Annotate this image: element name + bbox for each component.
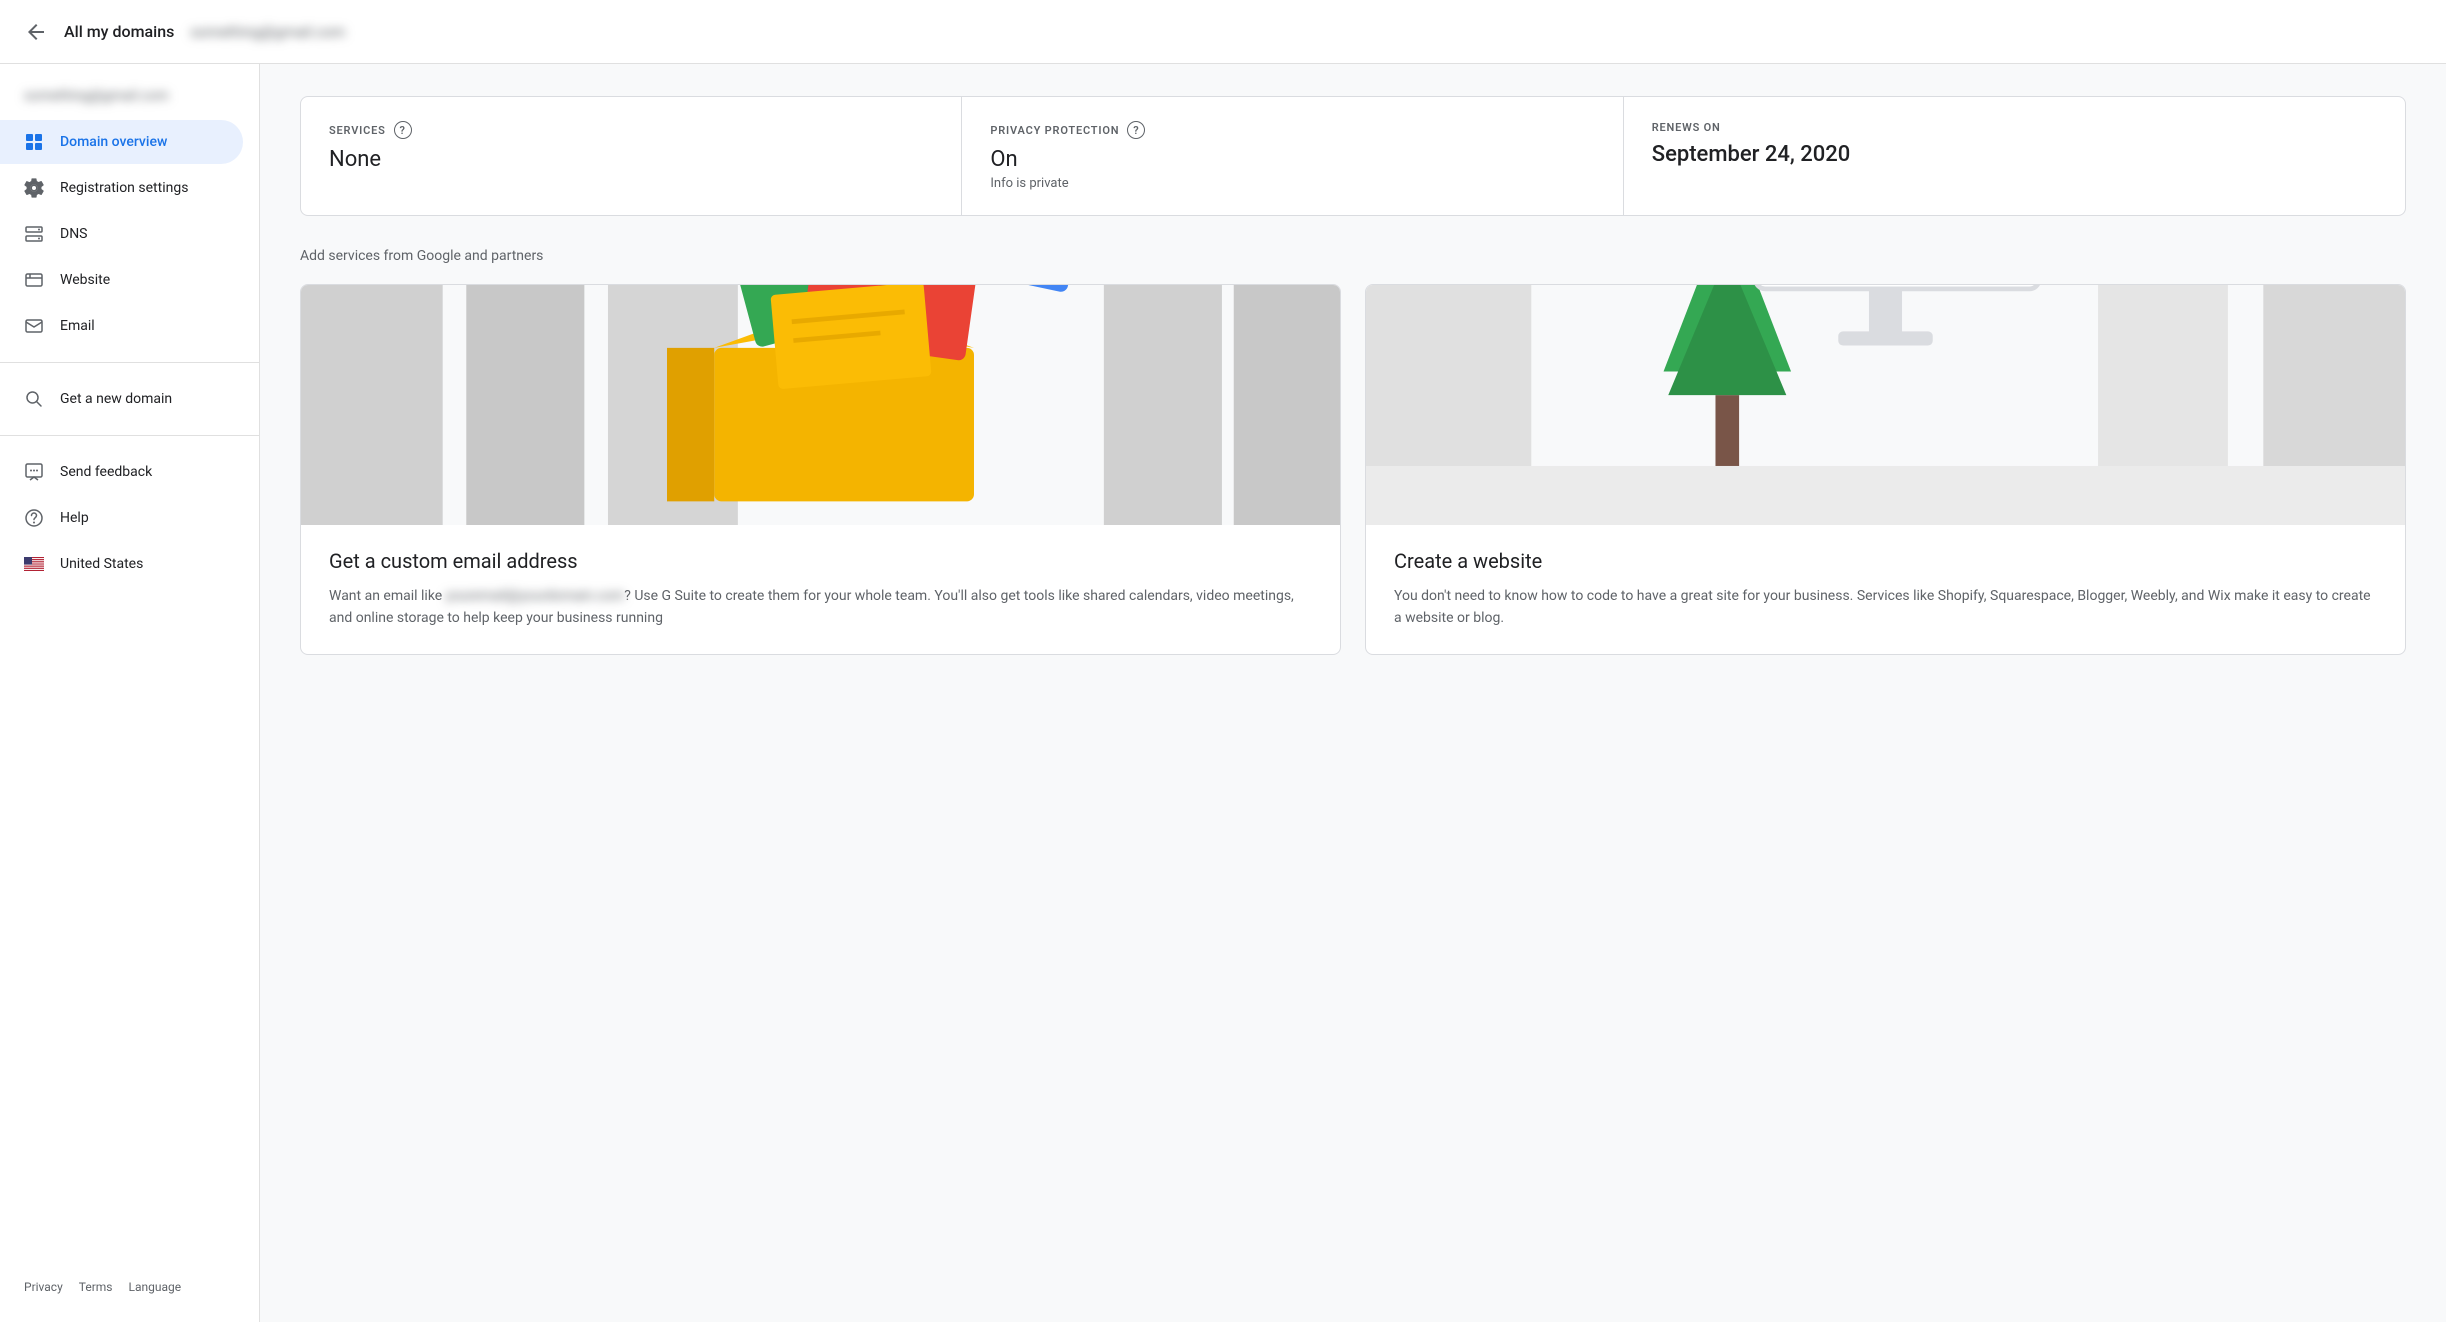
sidebar-item-label: Help bbox=[60, 510, 89, 526]
help-icon bbox=[24, 508, 44, 528]
sidebar-item-get-new-domain[interactable]: Get a new domain bbox=[0, 377, 243, 421]
sidebar-nav: Domain overview Registration settings bbox=[0, 120, 259, 586]
sidebar-item-email[interactable]: Email bbox=[0, 304, 243, 348]
website-card-title: Create a website bbox=[1394, 549, 2377, 573]
topbar-domain: something@gmail.com bbox=[190, 23, 345, 41]
sidebar-item-website[interactable]: Website bbox=[0, 258, 243, 302]
gear-icon bbox=[24, 178, 44, 198]
sidebar: something@gmail.com Domain overview bbox=[0, 64, 260, 1322]
email-service-card[interactable]: Get a custom email address Want an email… bbox=[300, 284, 1341, 655]
topbar-title: All my domains bbox=[64, 22, 174, 41]
language-link[interactable]: Language bbox=[129, 1280, 182, 1294]
renews-label: RENEWS ON bbox=[1652, 121, 2377, 134]
grid-icon bbox=[24, 132, 44, 152]
topbar: All my domains something@gmail.com bbox=[0, 0, 2446, 64]
sidebar-footer: Privacy Terms Language bbox=[0, 1252, 259, 1306]
services-label: SERVICES ? bbox=[329, 121, 933, 139]
sidebar-divider-2 bbox=[0, 435, 259, 436]
email-card-desc: Want an email like youremail@yourdomain.… bbox=[329, 585, 1312, 630]
flag-icon bbox=[24, 554, 44, 574]
sidebar-item-label: United States bbox=[60, 556, 143, 572]
layout: something@gmail.com Domain overview bbox=[0, 64, 2446, 1322]
website-card-content: Create a website You don't need to know … bbox=[1366, 525, 2405, 654]
sidebar-item-label: Get a new domain bbox=[60, 391, 172, 407]
info-card: SERVICES ? None PRIVACY PROTECTION ? On … bbox=[300, 96, 2406, 216]
cards-row: Get a custom email address Want an email… bbox=[300, 284, 2406, 655]
privacy-label: PRIVACY PROTECTION ? bbox=[990, 121, 1594, 139]
website-illustration bbox=[1366, 285, 2405, 525]
website-service-card[interactable]: Create a website You don't need to know … bbox=[1365, 284, 2406, 655]
privacy-value: On bbox=[990, 147, 1594, 172]
back-button[interactable] bbox=[24, 20, 48, 44]
email-card-content: Get a custom email address Want an email… bbox=[301, 525, 1340, 654]
sidebar-item-domain-overview[interactable]: Domain overview bbox=[0, 120, 243, 164]
services-help-icon[interactable]: ? bbox=[394, 121, 412, 139]
privacy-link[interactable]: Privacy bbox=[24, 1280, 63, 1294]
sidebar-item-label: Registration settings bbox=[60, 180, 188, 196]
website-card-desc: You don't need to know how to code to ha… bbox=[1394, 585, 2377, 630]
sidebar-domain: something@gmail.com bbox=[0, 80, 259, 120]
services-heading: Add services from Google and partners bbox=[300, 248, 2406, 264]
search-icon bbox=[24, 389, 44, 409]
feedback-icon bbox=[24, 462, 44, 482]
renews-section: RENEWS ON September 24, 2020 bbox=[1624, 97, 2405, 215]
services-section: SERVICES ? None bbox=[301, 97, 962, 215]
website-icon bbox=[24, 270, 44, 290]
sidebar-item-label: Send feedback bbox=[60, 464, 152, 480]
email-illustration bbox=[301, 285, 1340, 525]
sidebar-item-help[interactable]: Help bbox=[0, 496, 243, 540]
email-icon bbox=[24, 316, 44, 336]
main-content: SERVICES ? None PRIVACY PROTECTION ? On … bbox=[260, 64, 2446, 1322]
privacy-sub: Info is private bbox=[990, 176, 1594, 191]
email-card-title: Get a custom email address bbox=[329, 549, 1312, 573]
sidebar-item-label: Domain overview bbox=[60, 134, 167, 150]
dns-icon bbox=[24, 224, 44, 244]
privacy-section: PRIVACY PROTECTION ? On Info is private bbox=[962, 97, 1623, 215]
sidebar-item-label: DNS bbox=[60, 226, 88, 242]
sidebar-item-label: Website bbox=[60, 272, 110, 288]
sidebar-item-label: Email bbox=[60, 318, 95, 334]
sidebar-item-dns[interactable]: DNS bbox=[0, 212, 243, 256]
sidebar-item-send-feedback[interactable]: Send feedback bbox=[0, 450, 243, 494]
privacy-help-icon[interactable]: ? bbox=[1127, 121, 1145, 139]
sidebar-divider bbox=[0, 362, 259, 363]
terms-link[interactable]: Terms bbox=[79, 1280, 113, 1294]
sidebar-footer-links: Privacy Terms Language bbox=[0, 1268, 259, 1306]
sidebar-item-registration-settings[interactable]: Registration settings bbox=[0, 166, 243, 210]
services-value: None bbox=[329, 147, 933, 172]
renews-value: September 24, 2020 bbox=[1652, 142, 2377, 167]
sidebar-item-united-states[interactable]: United States bbox=[0, 542, 243, 586]
